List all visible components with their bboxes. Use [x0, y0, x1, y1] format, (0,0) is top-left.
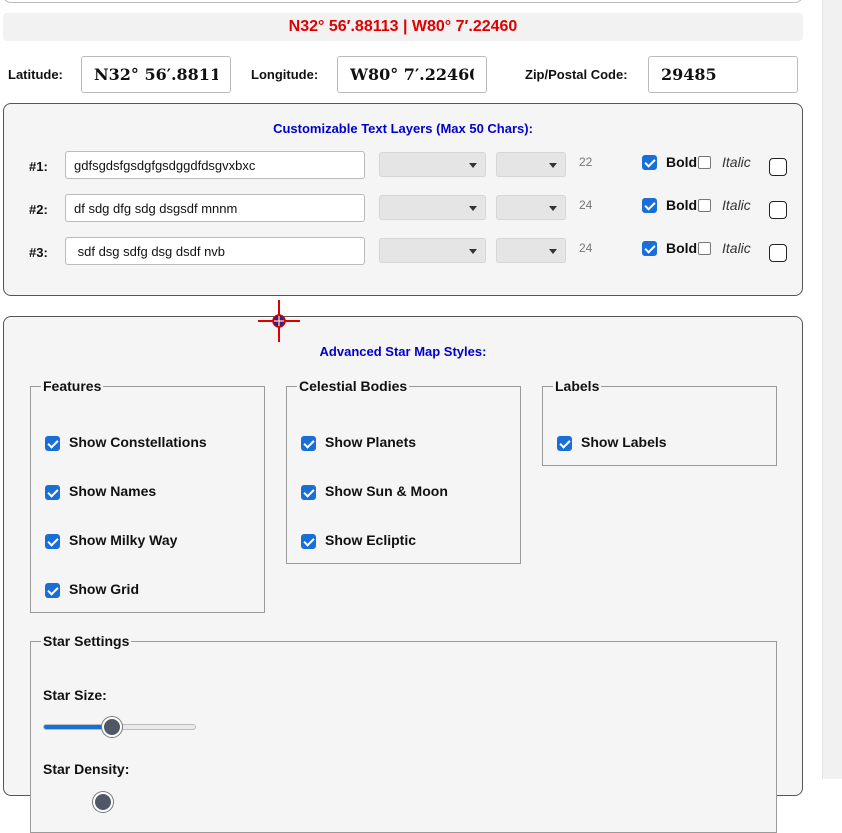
font-select[interactable]	[379, 195, 486, 220]
text-layer-row-3: #3: 24 Bold Italic	[4, 237, 804, 265]
layer-number: #1:	[29, 159, 48, 174]
italic-checkbox[interactable]	[698, 242, 711, 255]
font-size-value: 22	[579, 155, 593, 169]
size-select[interactable]	[496, 152, 566, 177]
text-layers-title: Customizable Text Layers (Max 50 Chars):	[273, 121, 533, 136]
zip-input[interactable]	[648, 56, 798, 93]
option-label: Show Sun & Moon	[325, 483, 448, 499]
layer-extra-checkbox[interactable]	[769, 158, 787, 176]
show-ecliptic-checkbox[interactable]	[301, 534, 316, 549]
chevron-down-icon	[469, 206, 477, 211]
bold-label: Bold	[666, 197, 698, 213]
italic-checkbox[interactable]	[698, 199, 711, 212]
option-label: Show Milky Way	[69, 532, 178, 548]
coordinates-text: N32° 56′.88113 | W80° 7′.22460	[288, 18, 518, 35]
show-milky-way-checkbox[interactable]	[45, 534, 60, 549]
star-settings-group: Star Settings Star Size: Star Density:	[30, 633, 777, 833]
celestial-bodies-legend: Celestial Bodies	[299, 378, 408, 394]
bold-label: Bold	[666, 240, 698, 256]
option-label: Show Grid	[69, 581, 139, 597]
layer-text-input[interactable]	[65, 237, 365, 265]
coordinates-banner: N32° 56′.88113 | W80° 7′.22460	[3, 13, 803, 41]
option-show-planets[interactable]: Show Planets	[287, 434, 517, 452]
show-planets-checkbox[interactable]	[301, 436, 316, 451]
bold-checkbox[interactable]	[642, 241, 657, 256]
option-label: Show Ecliptic	[325, 532, 417, 548]
chevron-down-icon	[469, 163, 477, 168]
longitude-input[interactable]	[337, 56, 487, 93]
layer-number: #2:	[29, 202, 48, 217]
layer-text-input[interactable]	[65, 151, 365, 179]
labels-group: Labels Show Labels	[542, 378, 777, 466]
star-settings-legend: Star Settings	[43, 633, 130, 649]
text-layer-row-2: #2: 24 Bold Italic	[4, 194, 804, 222]
star-density-slider-thumb[interactable]	[93, 792, 113, 812]
layer-text-input[interactable]	[65, 194, 365, 222]
layer-number: #3:	[29, 245, 48, 260]
font-size-value: 24	[579, 241, 593, 255]
italic-checkbox[interactable]	[698, 156, 711, 169]
size-select[interactable]	[496, 238, 566, 263]
option-label: Show Names	[69, 483, 157, 499]
show-names-checkbox[interactable]	[45, 485, 60, 500]
location-row: Latitude: Longitude: Zip/Postal Code:	[0, 56, 822, 94]
chevron-down-icon	[469, 249, 477, 254]
star-density-label: Star Density:	[43, 761, 130, 777]
show-constellations-checkbox[interactable]	[45, 436, 60, 451]
chevron-down-icon	[549, 163, 557, 168]
italic-label: Italic	[722, 154, 751, 170]
option-show-sun-moon[interactable]: Show Sun & Moon	[287, 483, 517, 501]
text-layer-row-1: #1: 22 Bold Italic	[4, 151, 804, 179]
star-size-label: Star Size:	[43, 687, 107, 703]
show-sun-moon-checkbox[interactable]	[301, 485, 316, 500]
option-show-milky-way[interactable]: Show Milky Way	[31, 532, 261, 550]
zip-label: Zip/Postal Code:	[525, 67, 628, 82]
size-select[interactable]	[496, 195, 566, 220]
chevron-down-icon	[549, 206, 557, 211]
bold-label: Bold	[666, 154, 698, 170]
layer-extra-checkbox[interactable]	[769, 244, 787, 262]
features-group: Features Show Constellations Show Names …	[30, 378, 265, 613]
page-scrollbar[interactable]	[822, 0, 842, 779]
option-show-grid[interactable]: Show Grid	[31, 581, 261, 599]
option-show-ecliptic[interactable]: Show Ecliptic	[287, 532, 517, 550]
latitude-label: Latitude:	[8, 67, 63, 82]
option-label: Show Labels	[581, 434, 667, 450]
italic-label: Italic	[722, 240, 751, 256]
star-size-slider-thumb[interactable]	[101, 717, 122, 737]
labels-legend: Labels	[555, 378, 600, 394]
font-select[interactable]	[379, 152, 486, 177]
celestial-bodies-group: Celestial Bodies Show Planets Show Sun &…	[286, 378, 521, 564]
text-layers-panel: Customizable Text Layers (Max 50 Chars):…	[3, 103, 803, 296]
advanced-styles-panel: Advanced Star Map Styles: Features Show …	[3, 316, 803, 833]
show-labels-checkbox[interactable]	[557, 436, 572, 451]
option-label: Show Planets	[325, 434, 417, 450]
features-legend: Features	[43, 378, 102, 394]
bold-checkbox[interactable]	[642, 198, 657, 213]
advanced-styles-title: Advanced Star Map Styles:	[319, 344, 487, 359]
layer-extra-checkbox[interactable]	[769, 201, 787, 219]
bold-checkbox[interactable]	[642, 155, 657, 170]
option-show-labels[interactable]: Show Labels	[543, 434, 773, 452]
option-show-names[interactable]: Show Names	[31, 483, 261, 501]
font-size-value: 24	[579, 198, 593, 212]
italic-label: Italic	[722, 197, 751, 213]
option-label: Show Constellations	[69, 434, 207, 450]
option-show-constellations[interactable]: Show Constellations	[31, 434, 261, 452]
show-grid-checkbox[interactable]	[45, 583, 60, 598]
longitude-label: Longitude:	[251, 67, 319, 82]
chevron-down-icon	[549, 249, 557, 254]
latitude-input[interactable]	[81, 56, 231, 93]
previous-panel-edge	[3, 0, 803, 3]
font-select[interactable]	[379, 238, 486, 263]
